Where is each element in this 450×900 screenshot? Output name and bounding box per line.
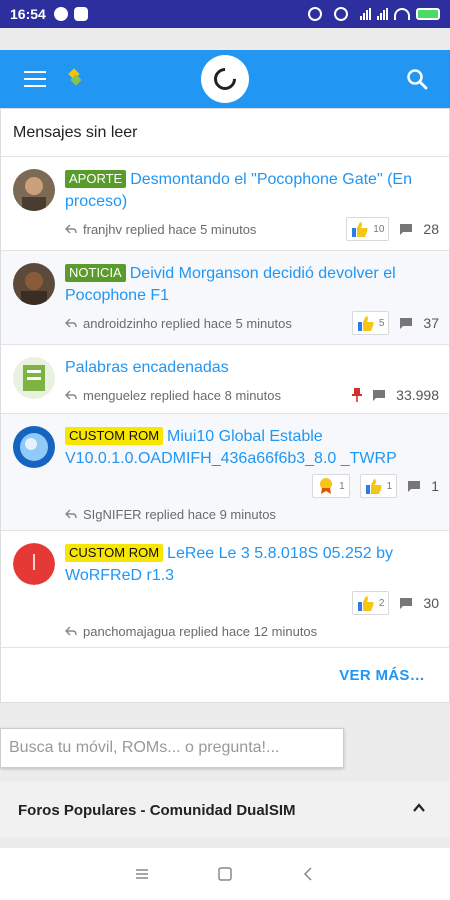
avatar[interactable] bbox=[13, 169, 55, 211]
back-icon[interactable] bbox=[300, 866, 316, 882]
reply-icon bbox=[65, 626, 77, 636]
reply-count: 33.998 bbox=[396, 387, 439, 403]
thread-title-line[interactable]: CUSTOM ROM LeRee Le 3 5.8.018S 05.252 by … bbox=[65, 543, 439, 587]
thumbs-up-icon bbox=[365, 479, 382, 494]
top-spacer bbox=[0, 28, 450, 50]
avatar[interactable] bbox=[13, 263, 55, 305]
signal-icon bbox=[360, 8, 371, 20]
reply-icon bbox=[65, 224, 77, 234]
comment-icon bbox=[373, 390, 386, 401]
thread-item[interactable]: APORTE Desmontando el "Pocophone Gate" (E… bbox=[1, 157, 449, 251]
ver-mas-link[interactable]: VER MÁS… bbox=[1, 648, 449, 702]
last-reply-text: franjhv replied hace 5 minutos bbox=[83, 221, 257, 237]
prefix-badge: APORTE bbox=[65, 170, 127, 188]
loading-spinner bbox=[201, 55, 249, 103]
reply-count: 30 bbox=[423, 595, 439, 611]
recent-apps-icon[interactable] bbox=[134, 866, 150, 882]
thread-meta: SIgNIFER replied hace 9 minutos bbox=[65, 502, 439, 526]
site-logo[interactable] bbox=[64, 67, 86, 89]
like-count: 5 bbox=[378, 317, 385, 329]
section-title: Mensajes sin leer bbox=[1, 109, 449, 157]
thread-title-line[interactable]: APORTE Desmontando el "Pocophone Gate" (E… bbox=[65, 169, 439, 213]
thumbs-up-icon bbox=[357, 596, 374, 611]
telegram-icon bbox=[53, 7, 68, 21]
comment-icon bbox=[400, 598, 413, 609]
like-count: 1 bbox=[386, 480, 393, 492]
reply-icon bbox=[65, 509, 77, 519]
prefix-badge: CUSTOM ROM bbox=[65, 544, 164, 562]
foros-title: Foros Populares - Comunidad DualSIM bbox=[18, 801, 296, 819]
last-reply-text: panchomajagua replied hace 12 minutos bbox=[83, 623, 318, 639]
thread-item[interactable]: CUSTOM ROM Miui10 Global Estable V10.0.1.… bbox=[1, 414, 449, 531]
like-count: 10 bbox=[373, 223, 385, 235]
thumbs-up-icon bbox=[357, 316, 374, 331]
prefix-badge: NOTICIA bbox=[65, 264, 126, 282]
wifi-icon bbox=[394, 8, 410, 20]
like-reaction[interactable]: 10 bbox=[346, 217, 390, 241]
like-reaction[interactable]: 1 bbox=[359, 474, 398, 498]
award-reaction[interactable]: 1 bbox=[312, 474, 350, 498]
signal-icon-2 bbox=[377, 8, 388, 20]
reply-count: 28 bbox=[423, 221, 439, 237]
prefix-badge: CUSTOM ROM bbox=[65, 427, 164, 445]
battery-icon bbox=[416, 8, 440, 20]
award-icon bbox=[320, 478, 333, 494]
award-count: 1 bbox=[339, 480, 345, 492]
comment-icon bbox=[400, 318, 413, 329]
app-bar bbox=[0, 50, 450, 108]
unread-panel: Mensajes sin leer APORTE Desmontando el "… bbox=[0, 108, 450, 703]
reply-icon bbox=[65, 390, 77, 400]
thumbs-up-icon bbox=[352, 222, 368, 237]
comment-icon bbox=[408, 481, 421, 492]
thread-meta: franjhv replied hace 5 minutos 10 28 bbox=[65, 217, 439, 241]
comment-icon bbox=[400, 224, 413, 235]
thread-title-line[interactable]: CUSTOM ROM Miui10 Global Estable V10.0.1.… bbox=[65, 426, 439, 470]
like-reaction[interactable]: 2 bbox=[351, 591, 390, 615]
chevron-up-icon[interactable] bbox=[412, 801, 426, 815]
thread-meta: androidzinho replied hace 5 minutos 5 37 bbox=[65, 311, 439, 335]
last-reply-text: SIgNIFER replied hace 9 minutos bbox=[83, 506, 276, 522]
reply-count: 37 bbox=[423, 315, 439, 331]
thread-item[interactable]: CUSTOM ROM LeRee Le 3 5.8.018S 05.252 by … bbox=[1, 531, 449, 648]
status-time: 16:54 bbox=[10, 6, 46, 22]
pin-icon bbox=[352, 388, 363, 402]
status-bar: 16:54 bbox=[0, 0, 450, 28]
avatar[interactable] bbox=[13, 426, 55, 468]
like-reaction[interactable]: 5 bbox=[351, 311, 390, 335]
thread-title-line[interactable]: Palabras encadenadas bbox=[65, 357, 439, 379]
like-count: 2 bbox=[378, 597, 385, 609]
game-controller-icon bbox=[73, 7, 88, 21]
menu-icon[interactable] bbox=[24, 71, 46, 87]
system-nav-bar bbox=[0, 848, 450, 900]
home-icon[interactable] bbox=[217, 866, 233, 882]
search-input[interactable]: Busca tu móvil, ROMs... o pregunta!... bbox=[0, 728, 344, 768]
last-reply-text: androidzinho replied hace 5 minutos bbox=[83, 315, 292, 331]
thread-title[interactable]: Palabras encadenadas bbox=[65, 359, 229, 376]
thread-item[interactable]: Palabras encadenadas menguelez replied h… bbox=[1, 345, 449, 414]
thread-meta: menguelez replied hace 8 minutos 33.998 bbox=[65, 383, 439, 407]
thread-title-line[interactable]: NOTICIA Deivid Morganson decidió devolver… bbox=[65, 263, 439, 307]
search-placeholder: Busca tu móvil, ROMs... o pregunta!... bbox=[9, 739, 280, 756]
search-icon[interactable] bbox=[406, 68, 428, 90]
reactions-row: 2 30 bbox=[65, 591, 439, 615]
avatar[interactable] bbox=[13, 543, 55, 585]
ver-mas-label[interactable]: VER MÁS… bbox=[339, 667, 425, 684]
avatar[interactable] bbox=[13, 357, 55, 399]
reactions-row: 1 1 1 bbox=[65, 474, 439, 498]
reply-icon bbox=[65, 318, 77, 328]
thread-item[interactable]: NOTICIA Deivid Morganson decidió devolver… bbox=[1, 251, 449, 345]
alarm-icon bbox=[308, 7, 322, 21]
last-reply-text: menguelez replied hace 8 minutos bbox=[83, 387, 282, 403]
thread-meta: panchomajagua replied hace 12 minutos bbox=[65, 619, 439, 643]
foros-populares-header[interactable]: Foros Populares - Comunidad DualSIM bbox=[0, 782, 450, 838]
reply-count: 1 bbox=[431, 478, 439, 494]
registered-icon bbox=[334, 7, 348, 21]
